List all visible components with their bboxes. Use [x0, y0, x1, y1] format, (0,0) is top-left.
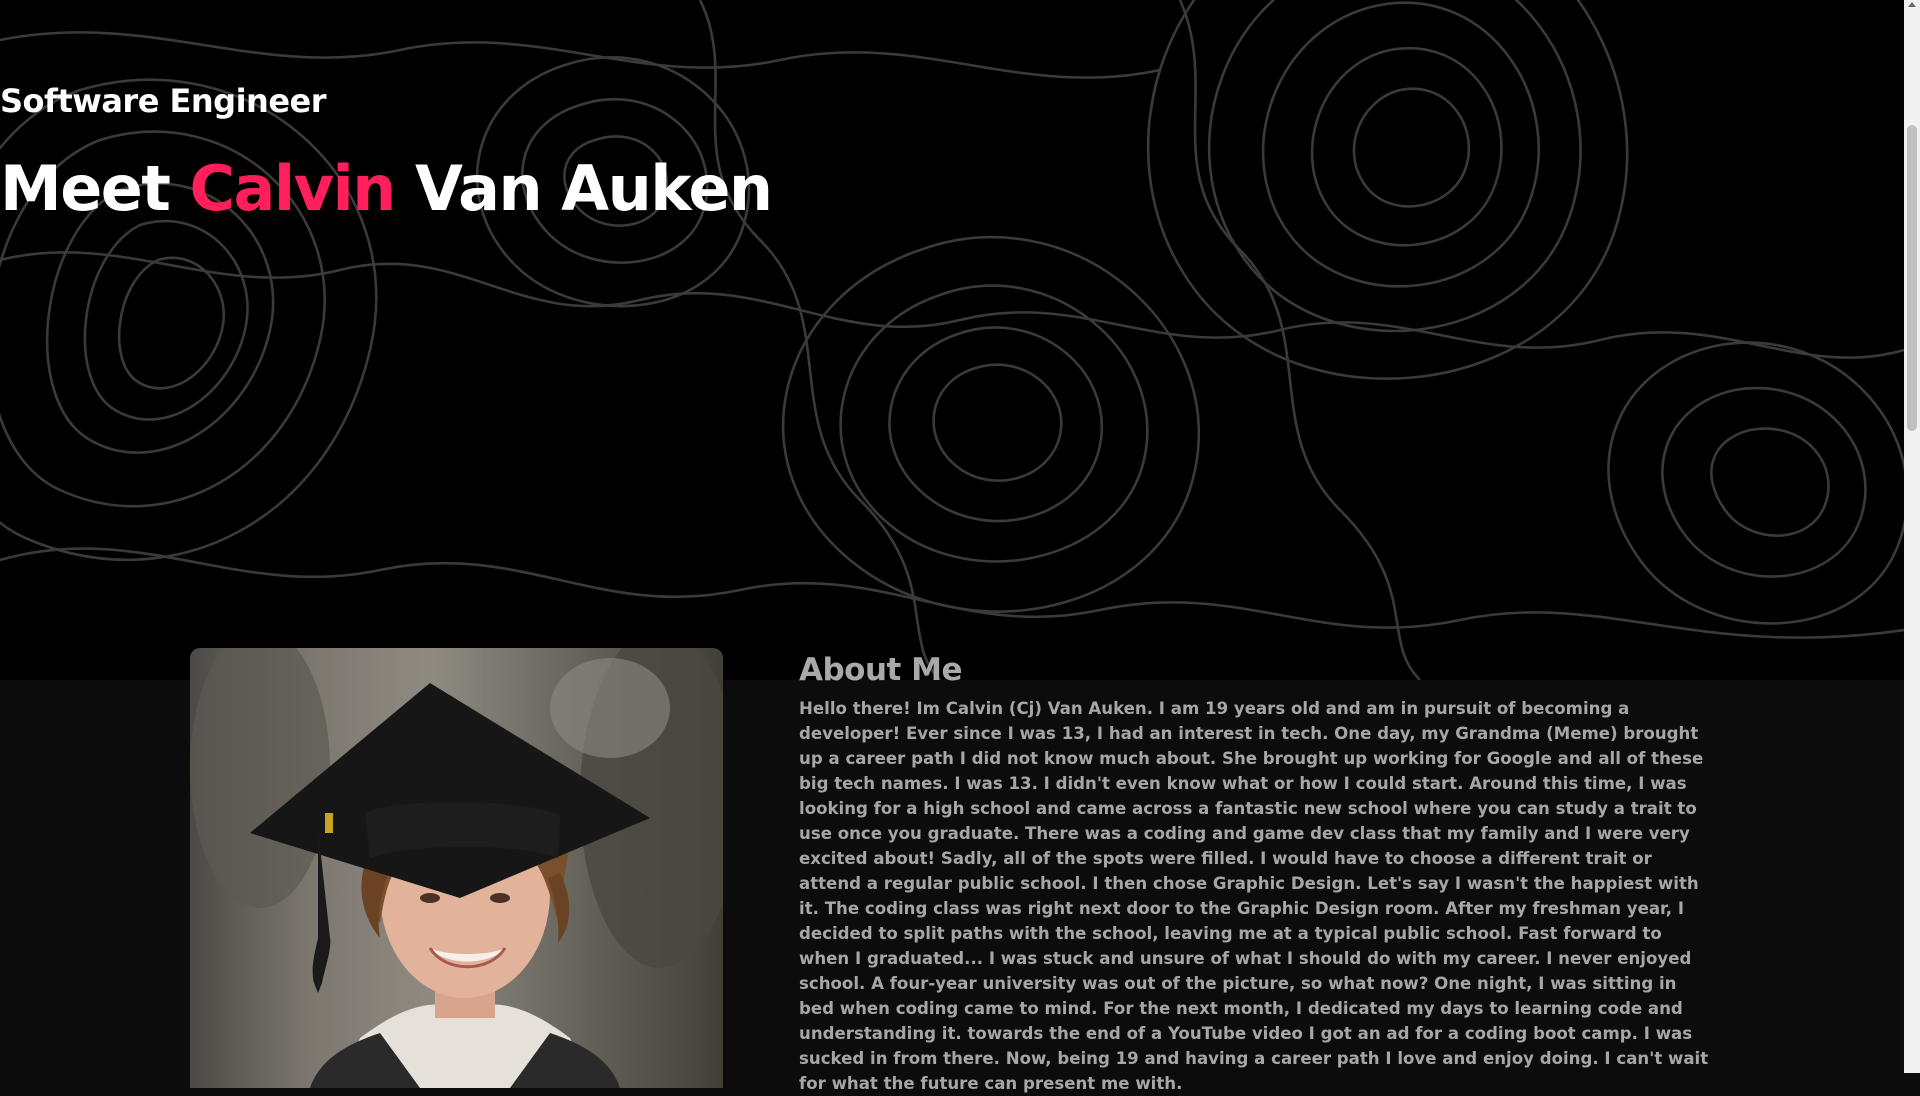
headline-accent-name: Calvin [189, 152, 397, 225]
graduation-portrait-image [190, 648, 723, 1088]
about-title: About Me [799, 652, 963, 688]
hero-subtitle: Software Engineer [0, 82, 327, 120]
page-scrollbar[interactable] [1904, 0, 1920, 1073]
headline-prefix: Meet [0, 152, 171, 225]
hero-headline: Meet Calvin Van Auken [0, 152, 773, 225]
hero-section: Software Engineer Meet Calvin Van Auken [0, 0, 1904, 680]
headline-suffix: Van Auken [415, 152, 773, 225]
scroll-thumb[interactable] [1907, 125, 1917, 431]
about-body-text: Hello there! Im Calvin (Cj) Van Auken. I… [799, 699, 1709, 1093]
scroll-up-arrow-icon[interactable] [1908, 2, 1916, 7]
profile-photo [190, 648, 723, 1088]
